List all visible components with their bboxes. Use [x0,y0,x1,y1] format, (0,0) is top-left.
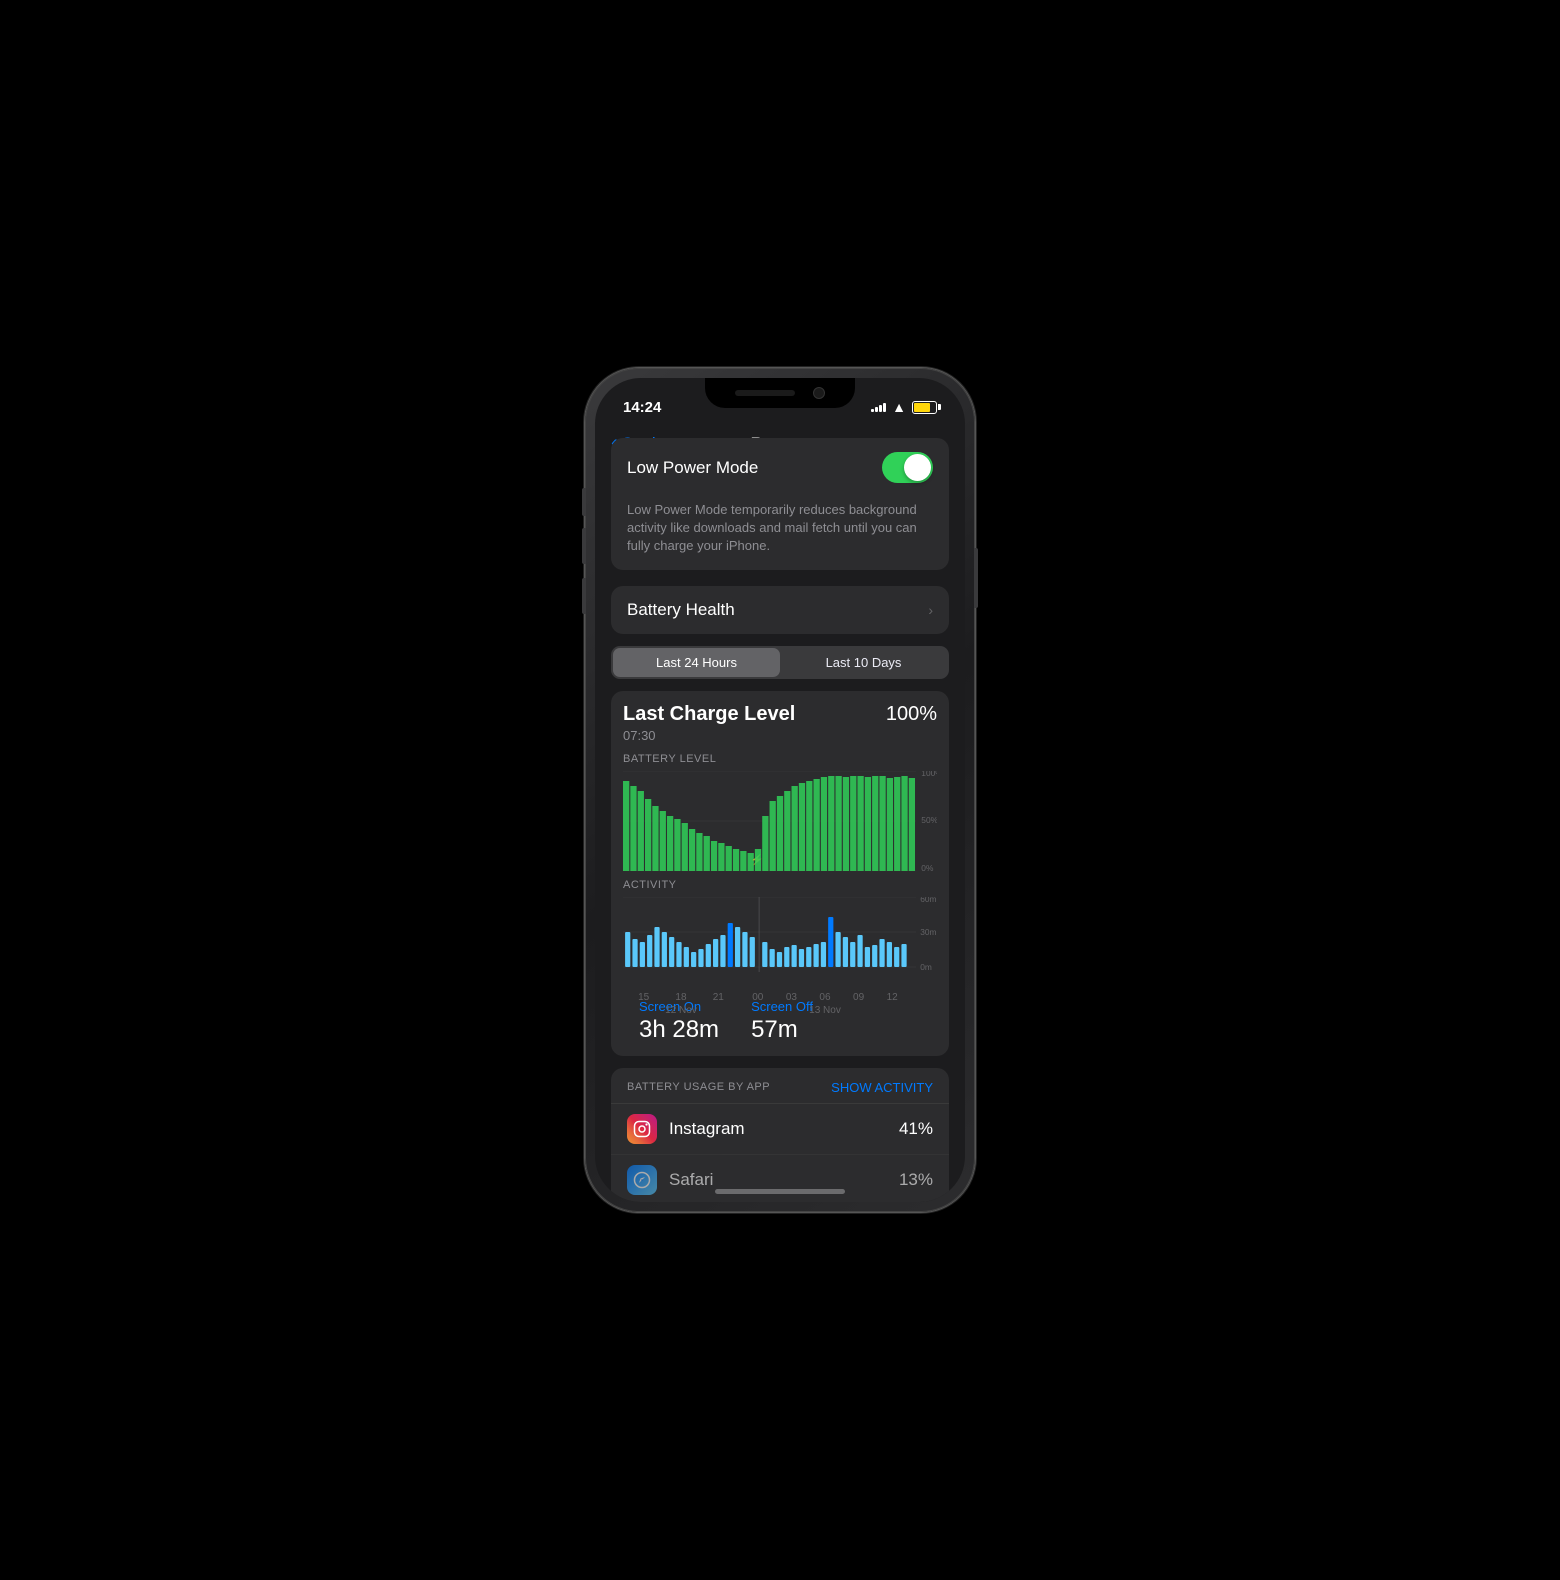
svg-text:60m: 60m [920,897,936,904]
charge-time: 07:30 [623,728,795,743]
x-label-06: 06 [819,992,830,1003]
usage-title: BATTERY USAGE BY APP [627,1081,770,1093]
segment-10d[interactable]: Last 10 Days [780,648,947,677]
safari-row[interactable]: Safari 13% [611,1154,949,1202]
instagram-row[interactable]: Instagram 41% [611,1103,949,1154]
speaker [735,390,795,396]
safari-label: Safari [669,1170,899,1190]
charge-percent: 100% [886,703,937,726]
charge-level-section: Last Charge Level 07:30 100% BATTERY LEV… [611,691,949,1056]
x-date-nov12: 12 Nov [625,1005,737,1016]
battery-usage-section: BATTERY USAGE BY APP SHOW ACTIVITY Insta… [611,1068,949,1202]
usage-header: BATTERY USAGE BY APP SHOW ACTIVITY [611,1068,949,1103]
instagram-percent: 41% [899,1119,933,1139]
camera [813,387,825,399]
time-segment-control[interactable]: Last 24 Hours Last 10 Days [611,646,949,679]
svg-text:100%: 100% [921,771,937,778]
x-label-21: 21 [713,992,724,1003]
x-date-nov13: 13 Nov [741,1005,909,1016]
notch [705,378,855,408]
instagram-icon [627,1114,657,1144]
segment-24h[interactable]: Last 24 Hours [613,648,780,677]
activity-chart: ACTIVITY [623,879,937,987]
screen-on-value: 3h 28m [639,1016,719,1044]
content-area[interactable]: Low Power Mode Low Power Mode temporaril… [595,422,965,1202]
svg-text:50%: 50% [921,816,937,825]
safari-percent: 13% [899,1170,933,1190]
battery-health-row[interactable]: Battery Health › [611,586,949,634]
low-power-mode-label: Low Power Mode [627,458,758,478]
svg-text:0%: 0% [921,864,933,871]
activity-label: ACTIVITY [623,879,937,891]
x-label-12: 12 [887,992,898,1003]
phone-screen: 14:24 ▲ ‹ Settings Battery [595,378,965,1202]
low-power-mode-row: Low Power Mode [611,438,949,497]
home-indicator [715,1189,845,1194]
x-label-00: 00 [752,992,763,1003]
battery-level-label: BATTERY LEVEL [623,753,937,765]
phone-frame: 14:24 ▲ ‹ Settings Battery [585,368,975,1212]
battery-icon [912,401,937,414]
low-power-mode-description: Low Power Mode temporarily reduces backg… [611,497,949,570]
battery-fill [914,403,930,412]
x-label-15: 15 [638,992,649,1003]
battery-svg: ⚡ [623,771,937,871]
status-icons: ▲ [871,399,937,415]
battery-health-section: Battery Health › [611,586,949,634]
battery-health-chevron-icon: › [928,602,933,618]
show-activity-button[interactable]: SHOW ACTIVITY [831,1080,933,1095]
x-label-03: 03 [786,992,797,1003]
safari-icon [627,1165,657,1195]
silent-button[interactable] [582,488,586,516]
low-power-mode-toggle[interactable] [882,452,933,483]
svg-text:30m: 30m [920,928,936,937]
instagram-label: Instagram [669,1119,899,1139]
toggle-knob [904,454,931,481]
volume-down-button[interactable] [582,578,586,614]
low-power-mode-section: Low Power Mode Low Power Mode temporaril… [611,438,949,570]
x-label-18: 18 [675,992,686,1003]
x-label-09: 09 [853,992,864,1003]
volume-up-button[interactable] [582,528,586,564]
activity-svg: 60m 30m 0m [623,897,937,987]
battery-level-chart: BATTERY LEVEL [623,753,937,871]
battery-health-label: Battery Health [627,600,735,620]
charge-title: Last Charge Level [623,703,795,726]
status-time: 14:24 [623,399,661,416]
screen-off-value: 57m [751,1016,813,1044]
charge-row: Last Charge Level 07:30 100% [623,703,937,743]
signal-icon [871,403,886,412]
svg-text:0m: 0m [920,963,932,972]
power-button[interactable] [974,548,978,608]
wifi-icon: ▲ [892,399,906,415]
